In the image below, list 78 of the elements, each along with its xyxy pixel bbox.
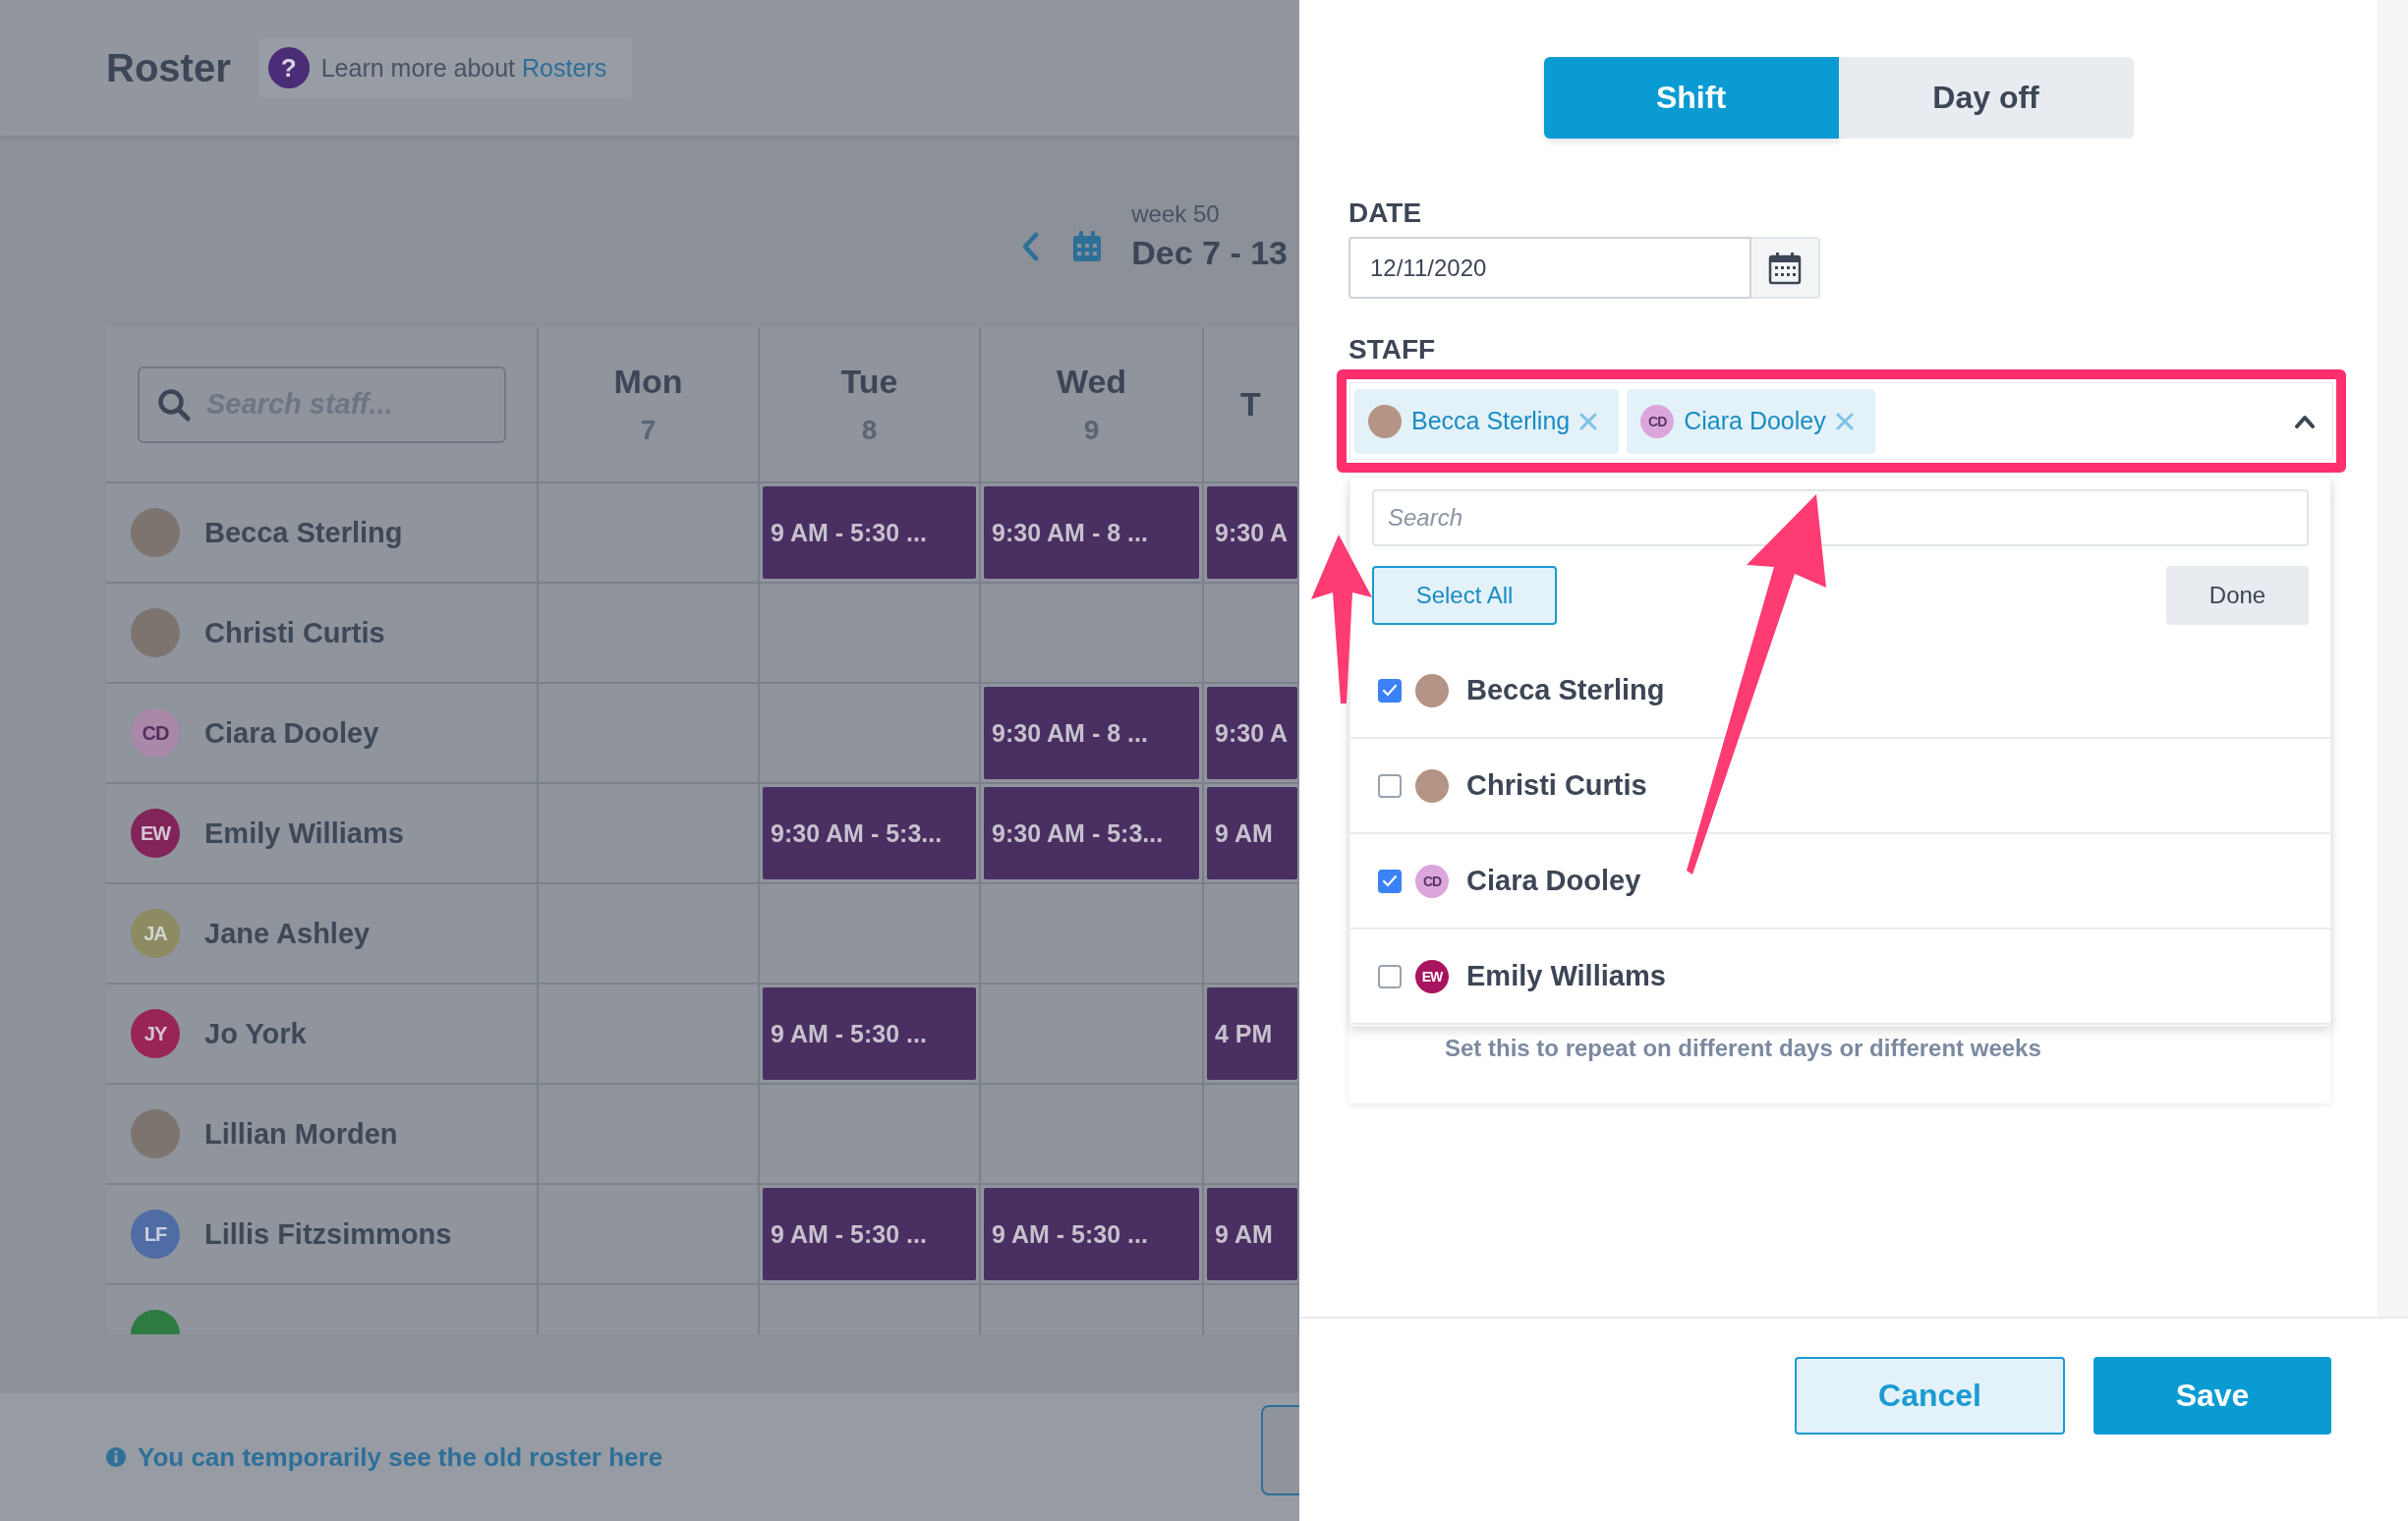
staff-option[interactable]: EW Emily Williams bbox=[1350, 930, 2330, 1025]
done-button[interactable]: Done bbox=[2166, 566, 2309, 625]
shift-block[interactable]: 4 PM bbox=[1207, 987, 1297, 1080]
shift-block[interactable]: 9:30 AM - 8 ... bbox=[984, 486, 1199, 579]
shift-block[interactable]: 9 AM - 5:30 ... bbox=[763, 987, 976, 1080]
staff-name: Christi Curtis bbox=[204, 616, 385, 649]
staff-name: Lillian Morden bbox=[204, 1117, 398, 1151]
shift-block[interactable]: 9:30 A bbox=[1207, 486, 1297, 579]
select-all-button[interactable]: Select All bbox=[1372, 566, 1557, 625]
check-icon bbox=[1382, 683, 1398, 698]
help-text: Learn more about Rosters bbox=[320, 53, 607, 83]
staff-name: Emily Williams bbox=[204, 817, 404, 850]
shift-block[interactable]: 9 AM - 5:30 ... bbox=[984, 1188, 1199, 1280]
tab[interactable]: Day off bbox=[1838, 57, 2134, 139]
chip-label: Becca Sterling bbox=[1411, 407, 1571, 435]
option-label: Becca Sterling bbox=[1466, 674, 1665, 706]
field-label: STAFF bbox=[1348, 334, 1436, 366]
avatar-placeholder bbox=[131, 508, 180, 557]
shift-block[interactable]: 9:30 AM - 5:3... bbox=[763, 787, 976, 879]
shift-block[interactable]: 9 AM - 5:30 ... bbox=[763, 1188, 976, 1280]
chevron-left-icon[interactable] bbox=[1021, 232, 1040, 261]
info-icon bbox=[106, 1447, 126, 1467]
chip-label: Ciara Dooley bbox=[1684, 407, 1826, 435]
avatar-placeholder bbox=[1415, 768, 1449, 803]
avatar: JY bbox=[131, 1009, 180, 1058]
avatar-placeholder bbox=[1415, 673, 1449, 707]
checkbox[interactable] bbox=[1378, 964, 1402, 988]
option-label: Ciara Dooley bbox=[1466, 865, 1641, 897]
avatar: CD bbox=[1640, 404, 1675, 438]
checkbox[interactable] bbox=[1378, 869, 1402, 893]
staff-name: Lillis Fitzsimmons bbox=[204, 1217, 452, 1251]
checkbox[interactable] bbox=[1378, 678, 1402, 703]
day-header: Tue bbox=[840, 363, 898, 401]
help-pill[interactable]: ? Learn more about Rosters bbox=[258, 37, 633, 98]
avatar: LF bbox=[131, 1210, 180, 1259]
shift-block[interactable]: 9:30 AM - 8 ... bbox=[984, 687, 1199, 779]
staff-select[interactable]: Becca Sterling CD Ciara Dooley bbox=[1349, 382, 2334, 460]
calendar-button[interactable] bbox=[1751, 237, 1820, 299]
field-label: DATE bbox=[1348, 197, 1422, 229]
question-icon: ? bbox=[267, 47, 310, 88]
calendar-icon[interactable] bbox=[1072, 231, 1103, 262]
staff-chip[interactable]: CD Ciara Dooley bbox=[1627, 388, 1875, 454]
shift-block[interactable]: 9:30 A bbox=[1207, 687, 1297, 779]
shift-block[interactable]: 9 AM - 5:30 ... bbox=[763, 486, 976, 579]
day-header: Wed bbox=[1056, 363, 1127, 401]
staff-name: Jo York bbox=[204, 1017, 307, 1050]
calendar-icon bbox=[1768, 251, 1802, 285]
avatar: EW bbox=[131, 809, 180, 858]
option-label: Christi Curtis bbox=[1466, 769, 1647, 802]
avatar: JA bbox=[131, 909, 180, 958]
date-range: Dec 7 - 13 bbox=[1131, 234, 1288, 272]
shift-block[interactable]: 9 AM bbox=[1207, 787, 1297, 879]
avatar: CD bbox=[131, 708, 180, 758]
page-title: Roster bbox=[106, 45, 231, 90]
checkbox[interactable] bbox=[1378, 773, 1402, 798]
shift-block[interactable]: 9 AM bbox=[1207, 1188, 1297, 1280]
avatar: EW bbox=[1415, 959, 1449, 993]
avatar: CD bbox=[1415, 864, 1449, 898]
option-label: Emily Williams bbox=[1466, 960, 1666, 992]
caret-up-icon[interactable] bbox=[2295, 414, 2316, 428]
close-icon[interactable] bbox=[1579, 412, 1598, 430]
staff-name: Jane Ashley bbox=[204, 917, 371, 950]
week-label: week 50 bbox=[1131, 200, 1221, 228]
avatar-placeholder bbox=[131, 1109, 180, 1158]
staff-option[interactable]: CD Ciara Dooley bbox=[1350, 834, 2330, 930]
staff-chip[interactable]: Becca Sterling bbox=[1354, 388, 1620, 454]
staff-name: Ciara Dooley bbox=[204, 716, 379, 750]
search-icon bbox=[157, 387, 191, 422]
close-icon[interactable] bbox=[1835, 412, 1854, 430]
day-header: Mon bbox=[613, 363, 683, 401]
repeat-description: Set this to repeat on different days or different weeks bbox=[1445, 1035, 2042, 1062]
shift-block[interactable]: 9:30 AM - 5:3... bbox=[984, 787, 1199, 879]
date-field[interactable]: 12/11/2020 bbox=[1348, 237, 1751, 299]
avatar-placeholder bbox=[131, 608, 180, 657]
avatar-placeholder bbox=[1368, 404, 1402, 438]
day-header: T bbox=[1240, 385, 1261, 423]
check-icon bbox=[1382, 873, 1398, 888]
staff-name: Becca Sterling bbox=[204, 516, 403, 549]
